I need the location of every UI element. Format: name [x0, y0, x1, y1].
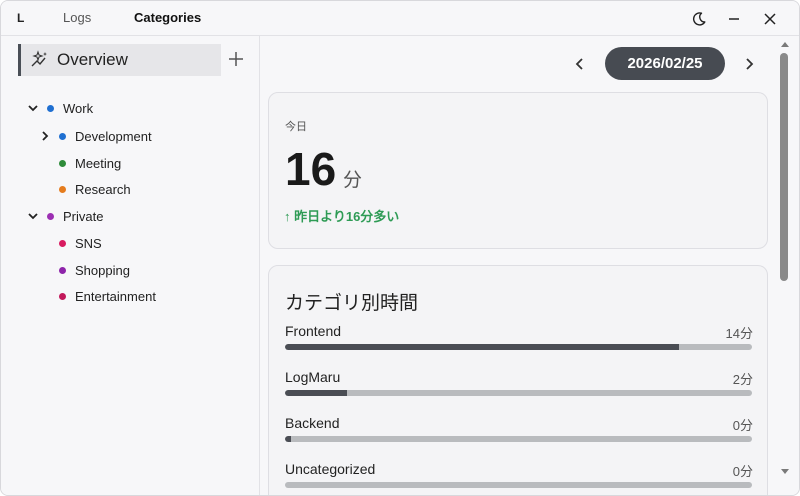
sidebar: Overview Work Development Meeting Research P…	[1, 36, 260, 495]
category-name: Backend	[285, 415, 340, 431]
tree-item-label: Private	[63, 208, 104, 224]
title-bar: L Logs Categories	[1, 1, 799, 36]
moon-icon	[692, 12, 706, 26]
close-icon	[764, 13, 776, 25]
category-name: Frontend	[285, 323, 342, 339]
chevron-right-icon	[746, 58, 754, 70]
category-time-item: LogMaru 2分	[285, 369, 753, 399]
today-label: 今日	[285, 121, 307, 133]
category-time-value: 0分	[732, 418, 753, 433]
date-selector[interactable]: 2026/02/25	[605, 47, 725, 80]
tab-categories[interactable]: Categories	[134, 10, 201, 25]
tree-item-label: Shopping	[75, 262, 130, 278]
today-diff: ↑ 昨日より16分多い	[284, 209, 400, 224]
category-time-value: 0分	[732, 464, 753, 479]
sidebar-item-private[interactable]: Private	[26, 205, 103, 227]
category-time-value: 14分	[725, 326, 753, 341]
progress-fill	[285, 390, 347, 396]
scroll-down-arrow-icon[interactable]	[781, 469, 789, 474]
scrollbar[interactable]	[778, 36, 792, 486]
add-category-icon[interactable]	[227, 50, 245, 68]
tree-item-label: SNS	[75, 235, 102, 251]
progress-track	[285, 436, 752, 442]
tree-item-label: Meeting	[75, 155, 122, 171]
today-unit: 分	[343, 170, 363, 191]
app-window: L Logs Categories Overview Work Developm…	[0, 0, 800, 496]
sidebar-item-meeting[interactable]: Meeting	[38, 152, 121, 174]
overview-label: Overview	[57, 50, 128, 69]
sidebar-item-shopping[interactable]: Shopping	[38, 259, 130, 281]
category-color-dot	[59, 239, 66, 247]
category-color-dot	[59, 132, 66, 140]
previous-date-button[interactable]	[570, 54, 590, 74]
progress-fill	[285, 344, 680, 350]
category-color-dot	[59, 266, 66, 274]
progress-track	[285, 344, 752, 350]
category-color-dot	[59, 159, 66, 167]
category-time-value: 2分	[732, 372, 753, 387]
minimize-button[interactable]	[722, 7, 746, 31]
sidebar-item-overview[interactable]: Overview	[18, 44, 221, 76]
today-card: 今日 16 分 ↑ 昨日より16分多い	[268, 92, 768, 249]
category-time-card: カテゴリ別時間 Frontend 14分 LogMaru 2分 Backend 0分 Unc…	[268, 265, 768, 495]
progress-fill	[285, 436, 292, 442]
chevron-down-icon[interactable]	[26, 101, 40, 115]
today-minutes: 16	[285, 143, 337, 195]
tree-item-label: Development	[75, 128, 152, 144]
sidebar-item-development[interactable]: Development	[38, 125, 152, 147]
progress-track	[285, 482, 752, 488]
app-logo: L	[17, 11, 25, 25]
category-color-dot	[59, 185, 66, 193]
tree-item-label: Entertainment	[75, 288, 156, 304]
theme-toggle-button[interactable]	[687, 7, 711, 31]
close-button[interactable]	[758, 7, 782, 31]
chevron-left-icon	[575, 58, 583, 70]
sidebar-item-work[interactable]: Work	[26, 97, 93, 119]
chevron-right-icon[interactable]	[38, 129, 52, 143]
main-panel: 2026/02/25 今日 16 分 ↑ 昨日より16分多い カテゴリ別時間 F…	[260, 36, 799, 495]
category-color-dot	[47, 212, 54, 220]
sparkles-icon	[31, 50, 47, 67]
tree-item-label: Work	[63, 100, 94, 116]
category-time-item: Frontend 14分	[285, 323, 753, 353]
category-time-item: Backend 0分	[285, 415, 753, 445]
category-name: LogMaru	[285, 369, 341, 385]
chevron-down-icon[interactable]	[26, 209, 40, 223]
next-date-button[interactable]	[739, 54, 759, 74]
category-time-item: Uncategorized 0分	[285, 461, 753, 491]
tree-item-label: Research	[75, 181, 131, 197]
sidebar-item-sns[interactable]: SNS	[38, 232, 102, 254]
category-color-dot	[59, 292, 66, 300]
sidebar-item-research[interactable]: Research	[38, 178, 131, 200]
minimize-icon	[729, 18, 739, 20]
category-time-title: カテゴリ別時間	[285, 293, 419, 314]
scroll-up-arrow-icon[interactable]	[781, 42, 789, 47]
category-color-dot	[47, 104, 54, 112]
category-name: Uncategorized	[285, 461, 376, 477]
sidebar-item-entertainment[interactable]: Entertainment	[38, 285, 156, 307]
tab-logs[interactable]: Logs	[63, 10, 91, 25]
scroll-thumb[interactable]	[780, 53, 788, 281]
progress-track	[285, 390, 752, 396]
